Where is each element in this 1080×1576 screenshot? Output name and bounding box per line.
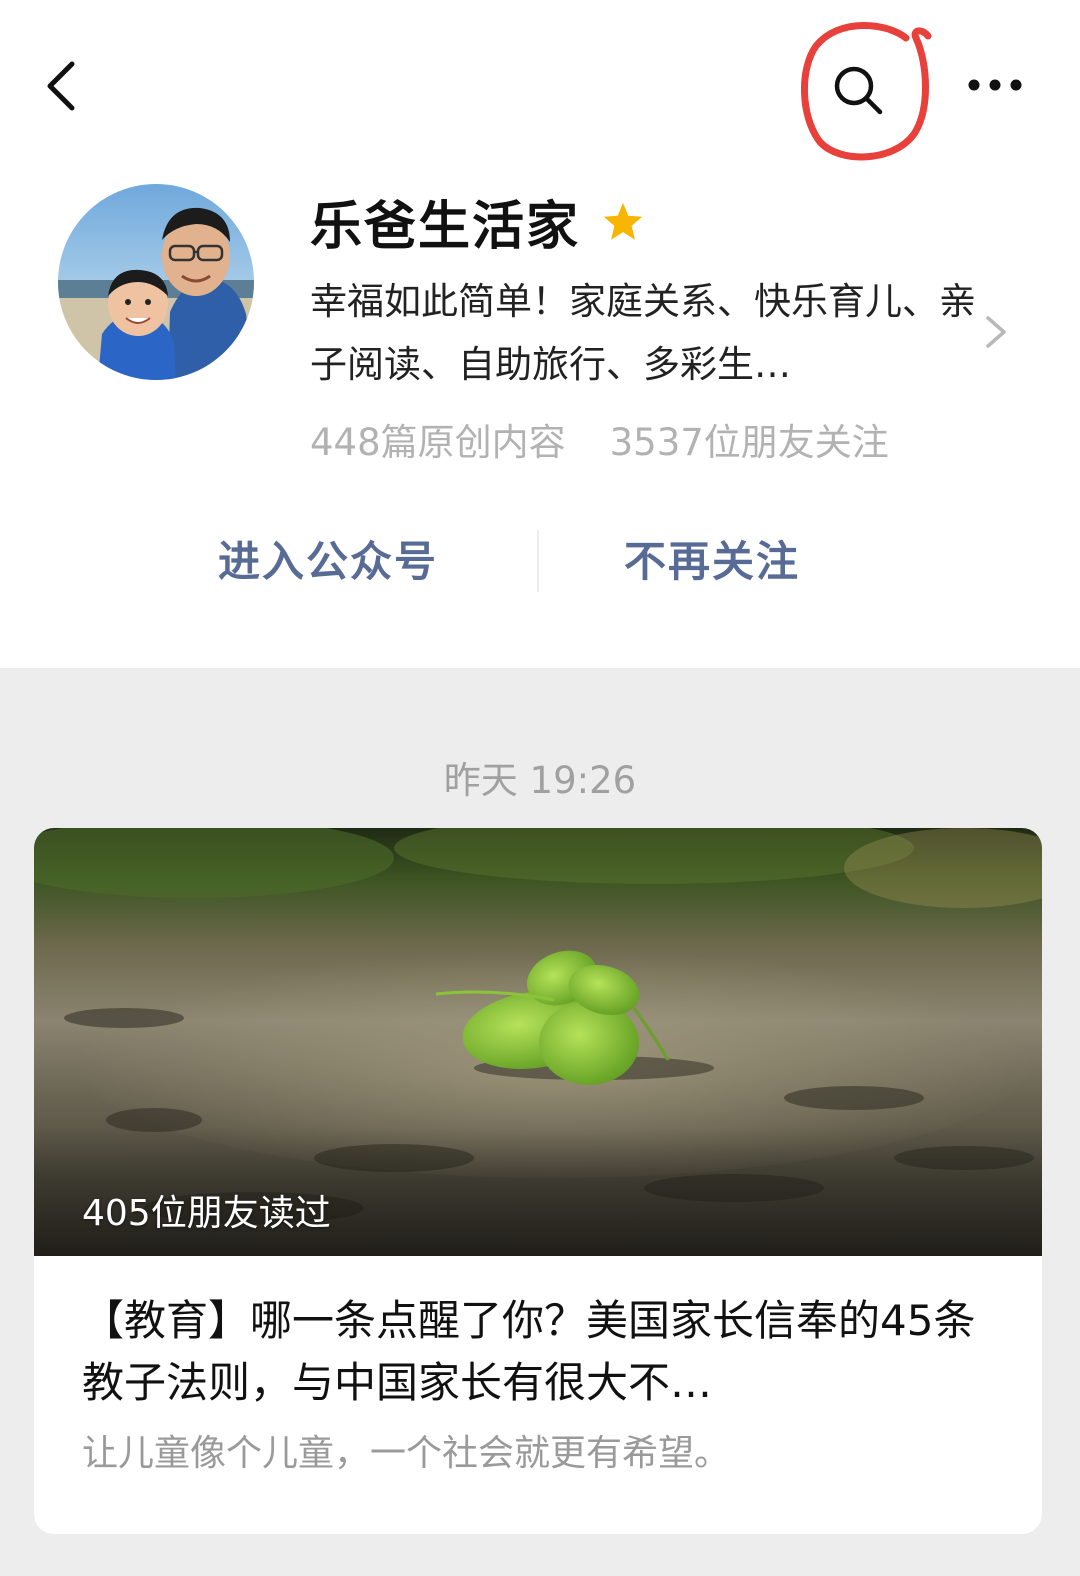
unfollow-button[interactable]: 不再关注 (624, 522, 800, 602)
avatar[interactable] (58, 184, 254, 380)
search-icon (834, 66, 883, 115)
account-name: 乐爸生活家 (310, 197, 581, 257)
original-articles-count: 448篇原创内容 (310, 421, 566, 464)
article-title[interactable]: 【教育】哪一条点醒了你？美国家长信奉的45条教子法则，与中国家长有很大不… (82, 1290, 994, 1414)
back-button[interactable] (38, 56, 94, 116)
message-timestamp: 昨天 19:26 (443, 759, 637, 802)
profile-detail-button[interactable] (980, 310, 1012, 354)
avatar-photo (58, 184, 254, 380)
read-count: 405位朋友读过 (82, 1193, 331, 1234)
article-card[interactable]: 405位朋友读过 【教育】哪一条点醒了你？美国家长信奉的45条教子法则，与中国家… (34, 828, 1042, 1534)
more-button[interactable] (964, 70, 1028, 100)
account-stats: 448篇原创内容 3537位朋友关注 (310, 412, 889, 466)
account-name-row: 乐爸生活家 (310, 184, 646, 259)
profile-header: 乐爸生活家 幸福如此简单！家庭关系、快乐育儿、亲子阅读、自助旅行、多彩生… 44… (0, 0, 1080, 668)
followers-count: 3537位朋友关注 (609, 421, 889, 464)
search-button[interactable] (826, 58, 890, 122)
chevron-left-icon (47, 61, 75, 111)
account-description[interactable]: 幸福如此简单！家庭关系、快乐育儿、亲子阅读、自助旅行、多彩生… (310, 270, 980, 400)
enter-account-button[interactable]: 进入公众号 (218, 522, 438, 602)
action-divider (537, 530, 539, 592)
chevron-right-icon (986, 316, 1006, 348)
star-icon (603, 202, 643, 240)
article-digest: 让儿童像个儿童，一个社会就更有希望。 (82, 1433, 731, 1474)
action-bar: 进入公众号 不再关注 (0, 522, 1080, 602)
more-dots-icon (968, 79, 1022, 91)
